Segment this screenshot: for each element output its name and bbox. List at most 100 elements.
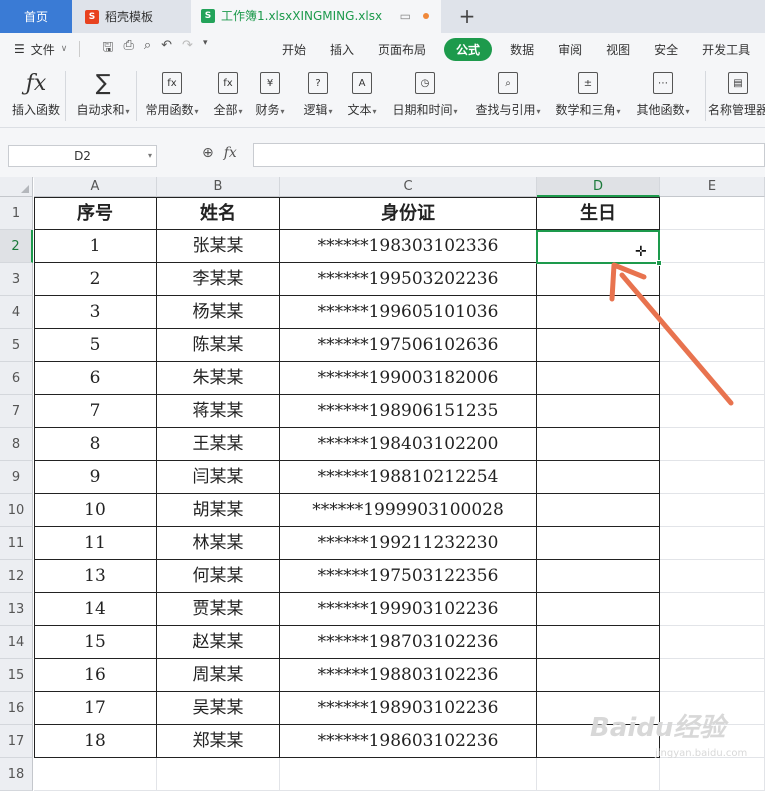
cell-e10[interactable] bbox=[660, 494, 765, 527]
tab-templates[interactable]: S 稻壳模板 bbox=[73, 0, 190, 33]
cell-b7[interactable]: 蒋某某 bbox=[157, 395, 280, 428]
row-header-7[interactable]: 7 bbox=[0, 395, 33, 428]
chevron-down-icon[interactable]: ∨ bbox=[61, 44, 68, 54]
cell-c16[interactable]: ******198903102236 bbox=[280, 692, 537, 725]
tab-workbook[interactable]: S 工作簿1.xlsxXINGMING.xlsx ▭ bbox=[191, 0, 441, 33]
print-icon[interactable]: ⎙ bbox=[123, 38, 133, 60]
name-box[interactable]: D2 ▾ bbox=[8, 145, 157, 167]
ribbon-button-0[interactable]: ƒx 插入函数 bbox=[0, 69, 72, 118]
row-header-2[interactable]: 2 bbox=[0, 230, 33, 263]
cell-d11[interactable] bbox=[537, 527, 660, 560]
row-header-10[interactable]: 10 bbox=[0, 494, 33, 527]
cell-e4[interactable] bbox=[660, 296, 765, 329]
cell-c8[interactable]: ******198403102200 bbox=[280, 428, 537, 461]
cell-a15[interactable]: 16 bbox=[34, 659, 157, 692]
row-header-13[interactable]: 13 bbox=[0, 593, 33, 626]
undo-icon[interactable]: ↶ bbox=[161, 38, 172, 60]
cell-a17[interactable]: 18 bbox=[34, 725, 157, 758]
cell-e5[interactable] bbox=[660, 329, 765, 362]
ribbon-button-9[interactable]: ± 数学和三角 bbox=[552, 69, 624, 118]
row-header-5[interactable]: 5 bbox=[0, 329, 33, 362]
menu-tab-0[interactable]: 开始 bbox=[270, 41, 318, 58]
cell-a3[interactable]: 2 bbox=[34, 263, 157, 296]
cell-d1[interactable]: 生日 bbox=[537, 197, 660, 230]
cell-a16[interactable]: 17 bbox=[34, 692, 157, 725]
row-header-15[interactable]: 15 bbox=[0, 659, 33, 692]
ribbon-button-8[interactable]: ⌕ 查找与引用 bbox=[472, 69, 544, 118]
cell-b3[interactable]: 李某某 bbox=[157, 263, 280, 296]
cell-c7[interactable]: ******198906151235 bbox=[280, 395, 537, 428]
column-header-a[interactable]: A bbox=[34, 177, 157, 197]
row-header-16[interactable]: 16 bbox=[0, 692, 33, 725]
column-header-b[interactable]: B bbox=[157, 177, 280, 197]
formula-input[interactable] bbox=[253, 143, 765, 167]
cell-c4[interactable]: ******199605101036 bbox=[280, 296, 537, 329]
cell-d18[interactable] bbox=[537, 758, 660, 791]
tab-home[interactable]: 首页 bbox=[0, 0, 72, 33]
file-menu[interactable]: 文件 bbox=[31, 41, 55, 58]
fill-handle[interactable] bbox=[656, 260, 662, 266]
cell-d6[interactable] bbox=[537, 362, 660, 395]
ribbon-button-7[interactable]: ◷ 日期和时间 bbox=[389, 69, 461, 118]
cell-a4[interactable]: 3 bbox=[34, 296, 157, 329]
cell-c15[interactable]: ******198803102236 bbox=[280, 659, 537, 692]
cell-c10[interactable]: ******1999903100028 bbox=[280, 494, 537, 527]
column-header-d[interactable]: D bbox=[537, 177, 660, 197]
cell-a8[interactable]: 8 bbox=[34, 428, 157, 461]
row-header-12[interactable]: 12 bbox=[0, 560, 33, 593]
cell-b9[interactable]: 闫某某 bbox=[157, 461, 280, 494]
cell-b17[interactable]: 郑某某 bbox=[157, 725, 280, 758]
row-header-4[interactable]: 4 bbox=[0, 296, 33, 329]
cell-b10[interactable]: 胡某某 bbox=[157, 494, 280, 527]
cell-d4[interactable] bbox=[537, 296, 660, 329]
row-header-11[interactable]: 11 bbox=[0, 527, 33, 560]
cell-c17[interactable]: ******198603102236 bbox=[280, 725, 537, 758]
menu-tab-4[interactable]: 数据 bbox=[498, 41, 546, 58]
row-header-1[interactable]: 1 bbox=[0, 197, 33, 230]
ribbon-button-11[interactable]: ▤ 名称管理器 bbox=[702, 69, 765, 118]
cell-e13[interactable] bbox=[660, 593, 765, 626]
cell-e6[interactable] bbox=[660, 362, 765, 395]
menu-tab-2[interactable]: 页面布局 bbox=[366, 41, 438, 58]
ribbon-button-6[interactable]: A 文本 bbox=[326, 69, 398, 118]
cell-a12[interactable]: 13 bbox=[34, 560, 157, 593]
cell-a10[interactable]: 10 bbox=[34, 494, 157, 527]
cell-e9[interactable] bbox=[660, 461, 765, 494]
cell-c18[interactable] bbox=[280, 758, 537, 791]
cell-c3[interactable]: ******199503202236 bbox=[280, 263, 537, 296]
hamburger-icon[interactable]: ☰ bbox=[14, 42, 25, 56]
cell-c12[interactable]: ******197503122356 bbox=[280, 560, 537, 593]
unsaved-dot-icon[interactable] bbox=[423, 12, 429, 19]
cell-c6[interactable]: ******199003182006 bbox=[280, 362, 537, 395]
cell-b4[interactable]: 杨某某 bbox=[157, 296, 280, 329]
cell-a14[interactable]: 15 bbox=[34, 626, 157, 659]
cell-e8[interactable] bbox=[660, 428, 765, 461]
menu-tab-3[interactable]: 公式 bbox=[444, 37, 493, 61]
cell-d13[interactable] bbox=[537, 593, 660, 626]
menu-tab-6[interactable]: 视图 bbox=[594, 41, 642, 58]
select-all-corner[interactable] bbox=[0, 177, 33, 197]
zoom-icon[interactable]: ⊕ bbox=[202, 145, 214, 161]
row-header-14[interactable]: 14 bbox=[0, 626, 33, 659]
menu-tab-5[interactable]: 审阅 bbox=[546, 41, 594, 58]
cell-e14[interactable] bbox=[660, 626, 765, 659]
cell-d3[interactable] bbox=[537, 263, 660, 296]
cell-c9[interactable]: ******198810212254 bbox=[280, 461, 537, 494]
cell-d8[interactable] bbox=[537, 428, 660, 461]
new-tab-button[interactable]: + bbox=[455, 4, 479, 28]
cell-b14[interactable]: 赵某某 bbox=[157, 626, 280, 659]
cell-b12[interactable]: 何某某 bbox=[157, 560, 280, 593]
cell-b8[interactable]: 王某某 bbox=[157, 428, 280, 461]
row-header-8[interactable]: 8 bbox=[0, 428, 33, 461]
cell-a5[interactable]: 5 bbox=[34, 329, 157, 362]
cell-d12[interactable] bbox=[537, 560, 660, 593]
row-header-18[interactable]: 18 bbox=[0, 758, 33, 791]
insert-function-icon[interactable]: fx bbox=[224, 145, 237, 161]
cell-b5[interactable]: 陈某某 bbox=[157, 329, 280, 362]
cell-c14[interactable]: ******198703102236 bbox=[280, 626, 537, 659]
cell-c5[interactable]: ******197506102636 bbox=[280, 329, 537, 362]
save-icon[interactable]: 🖫 bbox=[102, 38, 113, 60]
cell-b1[interactable]: 姓名 bbox=[157, 197, 280, 230]
cell-b15[interactable]: 周某某 bbox=[157, 659, 280, 692]
cell-d7[interactable] bbox=[537, 395, 660, 428]
